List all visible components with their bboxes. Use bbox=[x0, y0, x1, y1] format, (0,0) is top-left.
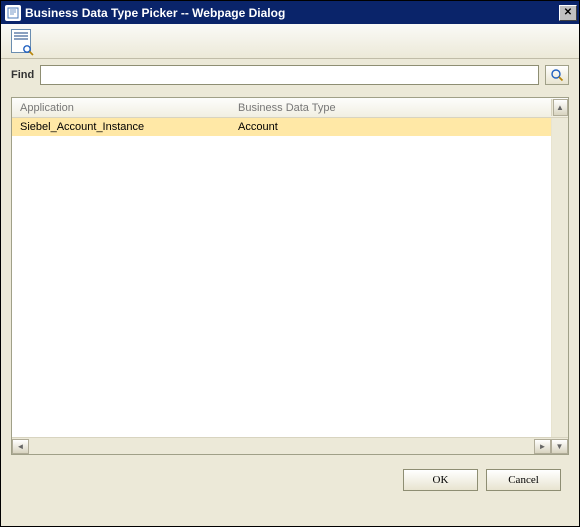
vertical-scrollbar-track[interactable] bbox=[551, 118, 568, 437]
find-row: Find bbox=[1, 59, 579, 89]
dialog-footer: OK Cancel bbox=[1, 455, 579, 491]
scroll-up-button[interactable]: ▲ bbox=[553, 99, 568, 116]
title-bar: Business Data Type Picker -- Webpage Dia… bbox=[1, 1, 579, 24]
document-search-icon bbox=[11, 29, 31, 53]
column-header-application[interactable]: Application bbox=[12, 102, 230, 114]
cancel-button[interactable]: Cancel bbox=[486, 469, 561, 491]
horizontal-scrollbar[interactable]: ◄ ► ▼ bbox=[12, 437, 568, 454]
find-label: Find bbox=[11, 69, 34, 81]
cell-application: Siebel_Account_Instance bbox=[12, 121, 230, 133]
results-table: Application Business Data Type ▲ Siebel_… bbox=[11, 97, 569, 455]
scroll-down-button[interactable]: ▼ bbox=[551, 439, 568, 454]
find-button[interactable] bbox=[545, 65, 569, 85]
table-row[interactable]: Siebel_Account_Instance Account bbox=[12, 118, 551, 136]
cell-bdt: Account bbox=[230, 121, 551, 133]
table-header: Application Business Data Type ▲ bbox=[12, 98, 568, 118]
app-icon bbox=[5, 5, 21, 21]
window-title: Business Data Type Picker -- Webpage Dia… bbox=[25, 6, 559, 20]
search-icon bbox=[550, 68, 564, 82]
toolbar bbox=[1, 24, 579, 59]
scroll-right-button[interactable]: ► bbox=[534, 439, 551, 454]
ok-button[interactable]: OK bbox=[403, 469, 478, 491]
close-button[interactable]: ✕ bbox=[559, 5, 577, 21]
scroll-left-button[interactable]: ◄ bbox=[12, 439, 29, 454]
search-document-button[interactable] bbox=[7, 27, 35, 55]
vertical-scrollbar[interactable]: ▲ bbox=[551, 99, 568, 116]
find-input[interactable] bbox=[40, 65, 539, 85]
column-header-bdt[interactable]: Business Data Type bbox=[230, 102, 551, 114]
